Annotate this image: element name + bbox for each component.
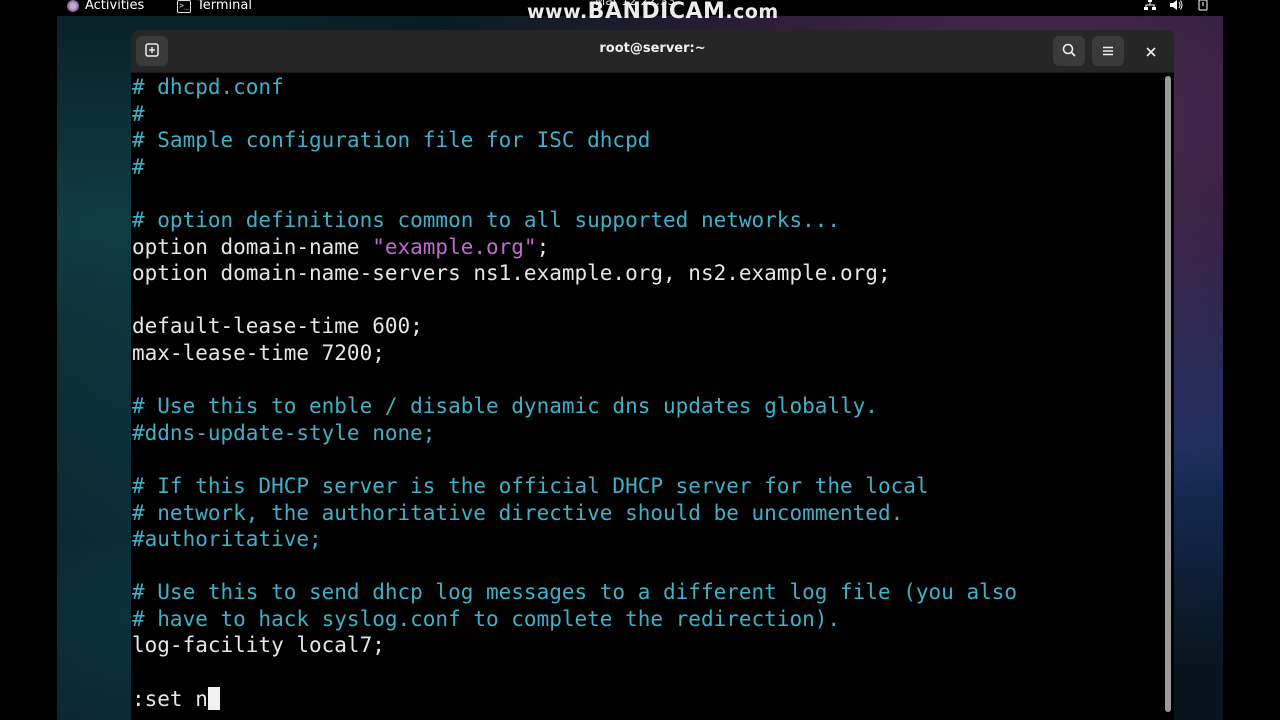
watermark-prefix: www. xyxy=(527,1,588,23)
text-cursor xyxy=(207,686,220,710)
letterbox-right xyxy=(1223,0,1280,720)
terminal-app-icon: >_ xyxy=(177,0,191,13)
bandicam-watermark: www.BANDICAM.com xyxy=(527,0,779,24)
editor-line: log-facility local7; xyxy=(132,633,385,658)
activities-label: Activities xyxy=(85,0,145,13)
menu-button[interactable] xyxy=(1092,36,1124,66)
editor-line: # xyxy=(132,154,145,179)
screen: Activities >_ Terminal Mar 12 22:33 www.… xyxy=(0,0,1280,720)
activities-icon xyxy=(67,0,79,12)
editor-line: # Use this to enble / disable dynamic dn… xyxy=(132,394,878,419)
vim-editor-buffer[interactable]: # dhcpd.conf # # Sample configuration fi… xyxy=(131,74,1161,720)
editor-line: option domain-name "example.org"; xyxy=(131,234,1161,261)
editor-line: # dhcpd.conf xyxy=(132,75,284,99)
vim-command-line[interactable]: :set n xyxy=(131,686,1161,713)
network-icon xyxy=(1144,0,1156,14)
code-token: option domain-name xyxy=(132,234,373,259)
hamburger-icon xyxy=(1102,42,1114,61)
volume-icon xyxy=(1170,0,1183,14)
editor-line: # have to hack syslog.conf to complete t… xyxy=(132,606,841,631)
editor-line: option domain-name-servers ns1.example.o… xyxy=(132,261,891,286)
editor-line: max-lease-time 7200; xyxy=(132,340,385,365)
terminal-window: root@server:~ # dhcpd.conf # # Sample co… xyxy=(131,30,1174,720)
code-token: ; xyxy=(536,234,550,259)
search-button[interactable] xyxy=(1053,36,1085,66)
power-icon xyxy=(1197,0,1209,14)
editor-line: #ddns-update-style none; xyxy=(132,420,436,445)
editor-line: # If this DHCP server is the official DH… xyxy=(132,473,929,498)
close-icon xyxy=(1146,42,1156,61)
editor-line: #authoritative; xyxy=(132,527,322,552)
close-button[interactable] xyxy=(1135,36,1167,66)
letterbox-left xyxy=(0,0,57,720)
watermark-suffix: .com xyxy=(725,1,779,23)
command-text: :set n xyxy=(132,686,208,711)
scrollbar[interactable] xyxy=(1162,74,1174,720)
string-literal: "example.org" xyxy=(372,234,537,259)
gnome-top-bar: Activities >_ Terminal Mar 12 22:33 www.… xyxy=(57,0,1223,24)
app-menu-terminal[interactable]: >_ Terminal xyxy=(177,0,252,14)
app-menu-label: Terminal xyxy=(197,0,252,13)
window-title: root@server:~ xyxy=(599,41,706,56)
editor-line: # xyxy=(132,101,145,126)
search-icon xyxy=(1062,42,1076,61)
terminal-headerbar: root@server:~ xyxy=(131,30,1174,73)
editor-line: default-lease-time 600; xyxy=(132,314,423,339)
scrollbar-thumb[interactable] xyxy=(1165,76,1171,712)
editor-line: # Sample configuration file for ISC dhcp… xyxy=(132,128,651,153)
editor-line: # network, the authoritative directive s… xyxy=(132,500,904,525)
system-tray[interactable] xyxy=(1144,0,1209,14)
activities-button[interactable]: Activities xyxy=(67,0,144,14)
watermark-brand: BANDICAM xyxy=(587,0,726,24)
editor-line: # Use this to send dhcp log messages to … xyxy=(132,580,1018,605)
editor-line: # option definitions common to all suppo… xyxy=(132,207,841,232)
